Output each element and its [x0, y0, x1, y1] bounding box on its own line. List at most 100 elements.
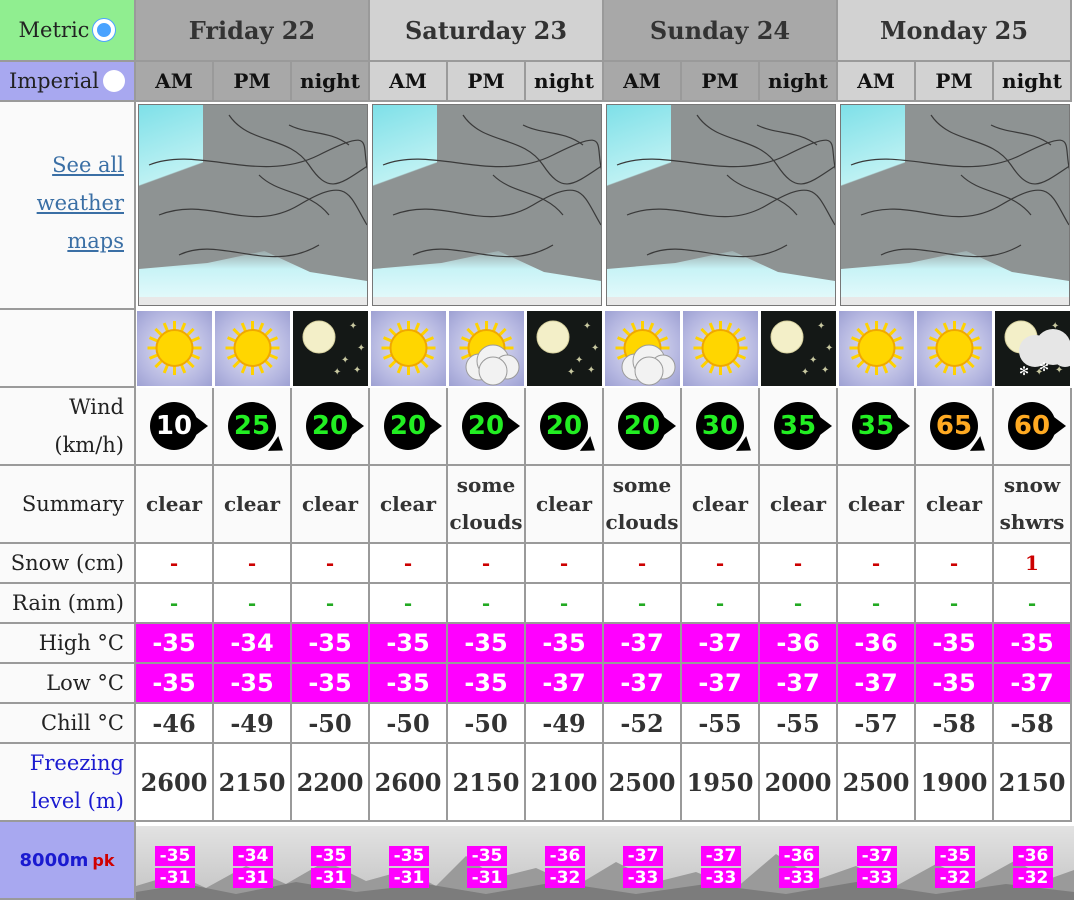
icons-label-cell [0, 310, 136, 388]
chill-value: -46 [136, 704, 214, 744]
freezing-label-line1: Freezing [29, 751, 124, 775]
summary-text: shwrs [999, 510, 1065, 534]
wind-cell: 20 [526, 388, 604, 466]
rain-value: - [370, 584, 448, 624]
link-line: maps [67, 229, 124, 253]
svg-text:✦: ✦ [825, 343, 833, 354]
wind-speed-icon: 60 [1008, 402, 1066, 450]
moon-icon: ✦ ✦ ✦ ✦ ✦ [761, 311, 836, 386]
freezing-level-value: 2150 [214, 744, 292, 822]
svg-text:✦: ✦ [575, 355, 583, 366]
peak-temps: -36 -32 [1013, 846, 1053, 890]
low-temp-value: -35 [136, 664, 214, 704]
wind-speed-icon: 65 [930, 402, 991, 458]
peak-temps: -37 -33 [857, 846, 897, 890]
svg-text:✦: ✦ [587, 365, 595, 376]
summary-cell: clear [526, 466, 604, 544]
chill-value: -50 [370, 704, 448, 744]
peak-low-temp: -33 [857, 868, 897, 888]
svg-text:✦: ✦ [341, 355, 349, 366]
wind-speed-icon: 20 [306, 402, 364, 450]
see-all-maps-link[interactable]: See all weather maps [37, 146, 124, 260]
peak-high-temp: -37 [857, 846, 897, 866]
chill-value: -49 [526, 704, 604, 744]
summary-text: clear [536, 491, 592, 516]
summary-text: clear [926, 491, 982, 516]
summary-text: clouds [449, 510, 523, 534]
sun-icon [371, 311, 446, 386]
wind-cell: 20 [292, 388, 370, 466]
link-line: weather [36, 191, 124, 215]
peak-low-temp: -31 [467, 868, 507, 888]
summary-cell: clear [136, 466, 214, 544]
freezing-level-value: 1950 [682, 744, 760, 822]
rain-value: - [916, 584, 994, 624]
wind-cell: 35 [760, 388, 838, 466]
high-temp-value: -35 [136, 624, 214, 664]
weather-map-thumbnail[interactable] [372, 104, 602, 306]
rain-value: - [994, 584, 1072, 624]
summary-text: snow [1003, 473, 1061, 497]
period-header: AM [604, 62, 682, 102]
svg-text:✻: ✻ [1039, 360, 1049, 374]
peak-temps: -36 -32 [545, 846, 585, 890]
peak-high-temp: -36 [1013, 846, 1053, 866]
snow-value: 1 [994, 544, 1072, 584]
wind-cell: 10 [136, 388, 214, 466]
snow-value: - [214, 544, 292, 584]
summary-cell: clear [838, 466, 916, 544]
low-temp-value: -35 [292, 664, 370, 704]
freezing-label: Freezing level (m) [0, 744, 136, 822]
sun-icon-glyph [927, 321, 982, 375]
svg-text:✦: ✦ [333, 367, 341, 378]
day-header: Sunday 24 [604, 0, 838, 62]
svg-text:✦: ✦ [583, 321, 591, 332]
period-header: AM [136, 62, 214, 102]
low-temp-value: -37 [838, 664, 916, 704]
low-temp-value: -35 [214, 664, 292, 704]
high-temp-value: -35 [292, 624, 370, 664]
summary-text: clear [146, 491, 202, 516]
weather-map-thumbnail[interactable] [606, 104, 836, 306]
snow-value: - [682, 544, 760, 584]
summary-text: clear [770, 491, 826, 516]
summary-text: clear [224, 491, 280, 516]
summary-cell: some clouds [448, 466, 526, 544]
period-header: PM [682, 62, 760, 102]
period-header: PM [214, 62, 292, 102]
wind-label-line1: Wind [69, 395, 124, 419]
snow-value: - [526, 544, 604, 584]
high-label: High °C [0, 624, 136, 664]
high-temp-value: -37 [604, 624, 682, 664]
snow-value: - [916, 544, 994, 584]
weather-map-thumbnail[interactable] [840, 104, 1070, 306]
imperial-radio[interactable] [103, 70, 126, 92]
metric-toggle[interactable]: Metric [0, 0, 136, 62]
chill-value: -50 [448, 704, 526, 744]
weather-map-thumbnail[interactable] [138, 104, 368, 306]
snow-value: - [136, 544, 214, 584]
wind-direction-arrow-icon [267, 436, 289, 458]
moon-snow-icon-glyph: ✦✦✦✦✦✻✻ [1004, 320, 1074, 378]
rain-value: - [136, 584, 214, 624]
period-header: night [526, 62, 604, 102]
summary-text: clear [692, 491, 748, 516]
wind-speed-icon: 30 [696, 402, 757, 458]
imperial-toggle[interactable]: Imperial [0, 62, 136, 102]
svg-text:✦: ✦ [353, 365, 361, 376]
peak-low-temp: -33 [779, 868, 819, 888]
period-header: AM [838, 62, 916, 102]
moon-icon-glyph: ✦✦✦✦✦ [536, 320, 599, 378]
sun-cloud-icon-glyph [615, 321, 676, 386]
wind-direction-arrow-icon [579, 436, 601, 458]
metric-radio[interactable] [93, 19, 116, 41]
low-temp-value: -37 [682, 664, 760, 704]
period-header: PM [448, 62, 526, 102]
period-header: night [760, 62, 838, 102]
svg-text:✦: ✦ [821, 365, 829, 376]
sun-icon-glyph [381, 321, 436, 375]
peak-temps: -37 -33 [701, 846, 741, 890]
high-temp-value: -35 [916, 624, 994, 664]
peak-temps: -35 -31 [311, 846, 351, 890]
period-header: PM [916, 62, 994, 102]
